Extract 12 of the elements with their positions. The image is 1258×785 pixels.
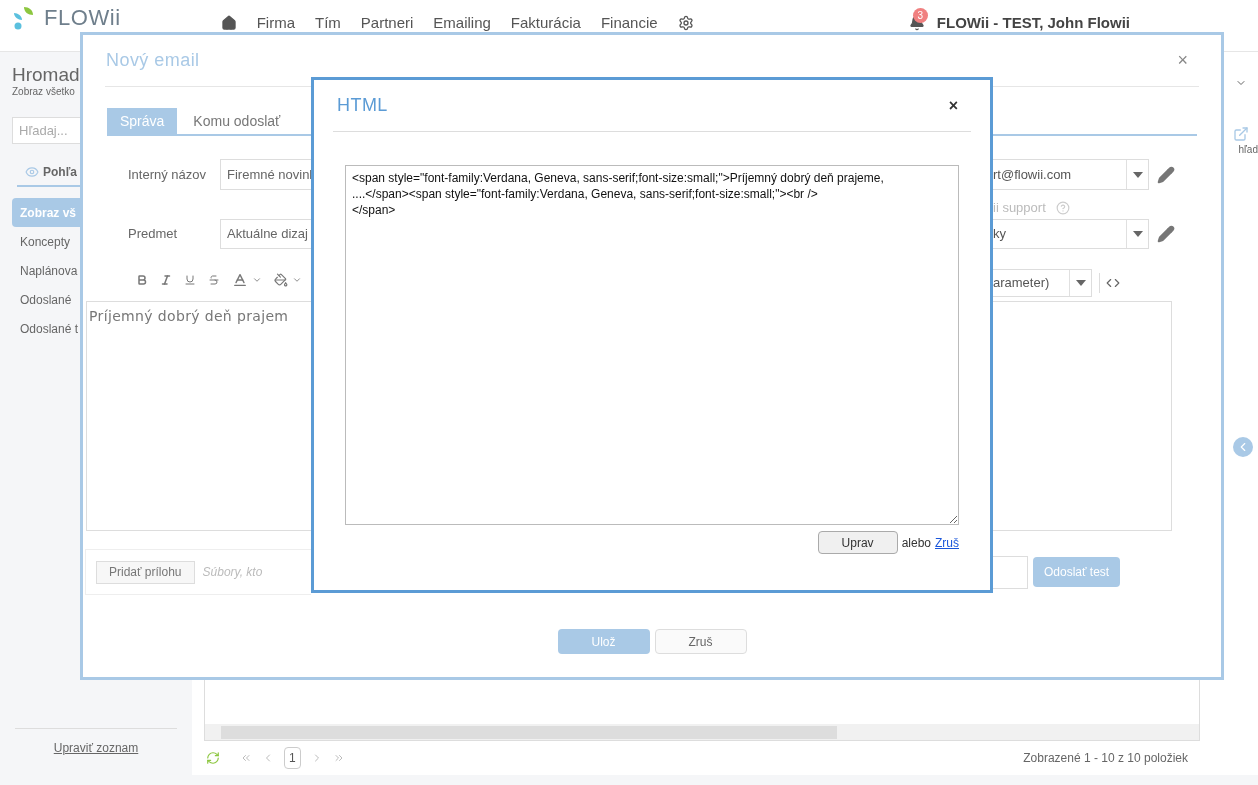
field-label: Interný názov [128, 165, 208, 184]
notification-badge: 3 [912, 8, 928, 23]
section-subtitle: Zobraz všetko [12, 86, 76, 98]
dialog-title: Nový email [106, 49, 200, 72]
logo-text: FLOWii [44, 6, 121, 30]
sender-name: ii support [993, 199, 1046, 218]
or-text: alebo [901, 534, 931, 552]
pager-summary: Zobrazené 1 - 10 z 10 položiek [1023, 750, 1188, 767]
attachment-hint: Súbory, kto [202, 564, 263, 581]
field-label: Predmet [128, 225, 179, 244]
section-title: Hromad [12, 64, 81, 86]
dialog-title: HTML [337, 94, 388, 117]
